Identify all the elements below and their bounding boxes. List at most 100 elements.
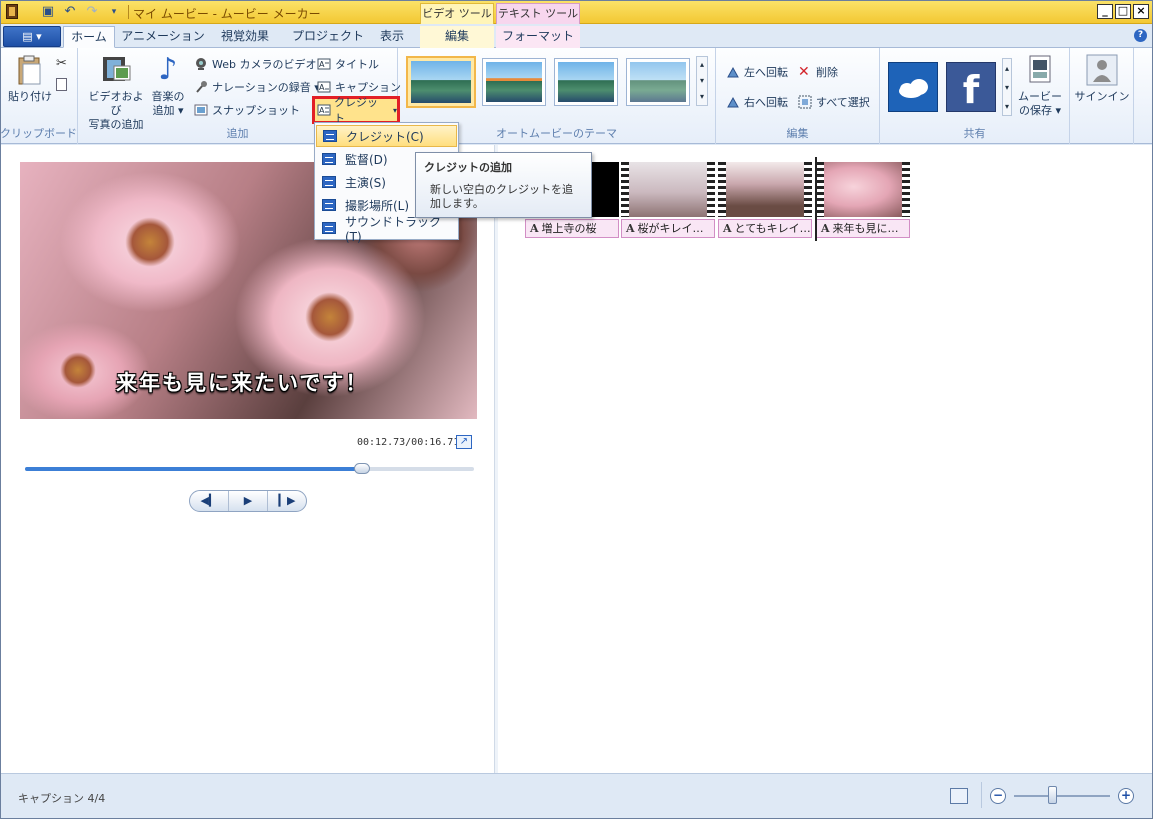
add-videos-photos-button[interactable]: ビデオおよび 写真の追加 bbox=[84, 54, 148, 132]
caption-box[interactable]: A 来年も見に… bbox=[816, 219, 910, 238]
save-icon[interactable]: ▣ bbox=[40, 4, 56, 20]
playback-controls: ◀▎ ▶ ▎▶ bbox=[189, 490, 307, 512]
location-item-icon bbox=[322, 199, 336, 211]
delete-button[interactable]: ✕ 削除 bbox=[798, 62, 838, 82]
title-label: タイトル bbox=[335, 58, 379, 71]
group-share: f ▴ ▾ ▾ ムービー の保存 ▾ 共有 bbox=[880, 48, 1070, 144]
timeline-playhead[interactable] bbox=[815, 157, 817, 241]
paste-icon bbox=[14, 54, 46, 86]
save-movie-icon bbox=[1024, 54, 1056, 86]
rotate-right-label: 右へ回転 bbox=[744, 96, 788, 109]
add-music-label-1: 音楽の bbox=[151, 90, 185, 103]
clip-thumbnail[interactable] bbox=[621, 162, 715, 217]
zoom-slider-track[interactable] bbox=[1014, 795, 1110, 797]
user-icon bbox=[1086, 54, 1118, 86]
redo-icon[interactable]: ↷ bbox=[84, 4, 100, 20]
ribbon-tab-row: ▤ ▾ ホーム アニメーション 視覚効果 プロジェクト 表示 編集 フォーマット… bbox=[0, 24, 1153, 48]
film-perforation bbox=[902, 162, 910, 217]
add-music-button[interactable]: ♪ 音楽の 追加 ▾ bbox=[148, 54, 188, 118]
clip-thumbnail[interactable] bbox=[816, 162, 910, 217]
next-frame-button[interactable]: ▎▶ bbox=[268, 491, 306, 511]
zoom-slider-thumb[interactable] bbox=[1048, 786, 1058, 804]
tab-view[interactable]: 表示 bbox=[372, 26, 412, 48]
group-clipboard: 貼り付け ✂ クリップボード bbox=[0, 48, 78, 144]
tab-edit[interactable]: 編集 bbox=[420, 26, 494, 48]
record-narration-button[interactable]: ナレーションの録音 ▾ bbox=[194, 77, 320, 97]
svg-text:A: A bbox=[319, 106, 325, 115]
seek-bar[interactable] bbox=[25, 463, 474, 474]
sign-in-button[interactable]: サインイン bbox=[1074, 54, 1130, 104]
film-perforation bbox=[707, 162, 715, 217]
rotate-left-button[interactable]: 左へ回転 bbox=[726, 62, 788, 82]
play-button[interactable]: ▶ bbox=[229, 491, 268, 511]
menu-item-credits[interactable]: クレジット(C) bbox=[316, 125, 457, 147]
caption-text-icon: A bbox=[626, 222, 635, 235]
menu-item-soundtrack[interactable]: サウンドトラック(T) bbox=[316, 215, 457, 244]
snapshot-label: スナップショット bbox=[212, 104, 300, 117]
storyboard-view-icon[interactable] bbox=[950, 788, 968, 804]
paste-button[interactable]: 貼り付け bbox=[8, 54, 52, 104]
select-all-button[interactable]: すべて選択 bbox=[798, 92, 870, 112]
caption-text-icon: A bbox=[530, 222, 539, 235]
soundtrack-item-icon bbox=[322, 222, 336, 234]
svg-text:A: A bbox=[319, 83, 325, 92]
fullscreen-icon[interactable]: ↗ bbox=[456, 435, 472, 449]
quick-access-toolbar: ▣ ↶ ↷ ▾ bbox=[40, 3, 129, 21]
save-movie-label-2: の保存 ▾ bbox=[1018, 104, 1062, 117]
app-icon[interactable] bbox=[6, 4, 18, 19]
rotate-left-label: 左へ回転 bbox=[744, 66, 788, 79]
save-movie-label-1: ムービー bbox=[1018, 90, 1062, 103]
caption-text-icon: A bbox=[821, 222, 830, 235]
tab-format[interactable]: フォーマット bbox=[496, 26, 580, 48]
save-movie-button[interactable]: ムービー の保存 ▾ bbox=[1014, 54, 1066, 118]
add-title-button[interactable]: A タイトル bbox=[317, 54, 379, 74]
theme-gallery-scroll[interactable]: ▴ ▾ ▾ bbox=[696, 56, 708, 106]
zoom-out-button[interactable]: − bbox=[990, 788, 1006, 804]
maximize-button[interactable]: □ bbox=[1115, 4, 1131, 19]
clipboard-group-label: クリップボード bbox=[0, 127, 77, 140]
tab-home[interactable]: ホーム bbox=[63, 26, 115, 48]
sign-in-label: サインイン bbox=[1074, 90, 1130, 103]
undo-icon[interactable]: ↶ bbox=[62, 4, 78, 20]
theme-cinematic[interactable] bbox=[554, 58, 618, 106]
previous-frame-button[interactable]: ◀▎ bbox=[190, 491, 229, 511]
caption-box[interactable]: A とてもキレイ… bbox=[718, 219, 812, 238]
theme-default[interactable] bbox=[406, 56, 476, 108]
webcam-label: Web カメラのビデオ bbox=[212, 58, 317, 71]
svg-text:A: A bbox=[319, 60, 325, 69]
webcam-video-button[interactable]: Web カメラのビデオ bbox=[194, 54, 316, 74]
tab-animations[interactable]: アニメーション bbox=[120, 26, 206, 48]
theme-fade[interactable] bbox=[626, 58, 690, 106]
add-videos-label-1: ビデオおよび bbox=[88, 90, 144, 117]
theme-cinematic-thumbnail bbox=[558, 62, 614, 102]
qat-customize-icon[interactable]: ▾ bbox=[106, 4, 122, 20]
credits-dropdown-button[interactable]: A クレジット ▾ bbox=[312, 96, 400, 125]
caption-box[interactable]: A 増上寺の桜 bbox=[525, 219, 619, 238]
onedrive-icon[interactable] bbox=[888, 62, 938, 112]
help-icon[interactable]: ? bbox=[1134, 29, 1147, 42]
clip-thumbnail[interactable] bbox=[718, 162, 812, 217]
theme-contemporary[interactable] bbox=[482, 58, 546, 106]
zoom-in-button[interactable]: + bbox=[1118, 788, 1134, 804]
snapshot-button[interactable]: スナップショット bbox=[194, 100, 300, 120]
caption-box-text: 桜がキレイ… bbox=[637, 222, 704, 235]
film-perforation bbox=[718, 162, 726, 217]
group-sign-in: サインイン bbox=[1070, 48, 1134, 144]
select-all-icon bbox=[798, 95, 812, 109]
tab-project[interactable]: プロジェクト bbox=[288, 26, 368, 48]
file-menu-button[interactable]: ▤ ▾ bbox=[3, 26, 61, 47]
facebook-icon[interactable]: f bbox=[946, 62, 996, 112]
film-photo-icon bbox=[100, 54, 132, 86]
close-button[interactable]: × bbox=[1133, 4, 1149, 19]
share-gallery-scroll[interactable]: ▴ ▾ ▾ bbox=[1002, 58, 1012, 116]
window-title: マイ ムービー - ムービー メーカー bbox=[133, 7, 321, 21]
minimize-button[interactable]: _ bbox=[1097, 4, 1113, 19]
caption-box[interactable]: A 桜がキレイ… bbox=[621, 219, 715, 238]
cut-icon[interactable]: ✂ bbox=[56, 56, 67, 71]
share-group-label: 共有 bbox=[963, 127, 986, 140]
delete-icon: ✕ bbox=[798, 64, 810, 80]
seek-thumb[interactable] bbox=[353, 463, 370, 474]
copy-icon[interactable] bbox=[56, 78, 67, 91]
tab-visual-effects[interactable]: 視覚効果 bbox=[210, 26, 280, 48]
rotate-right-button[interactable]: 右へ回転 bbox=[726, 92, 788, 112]
